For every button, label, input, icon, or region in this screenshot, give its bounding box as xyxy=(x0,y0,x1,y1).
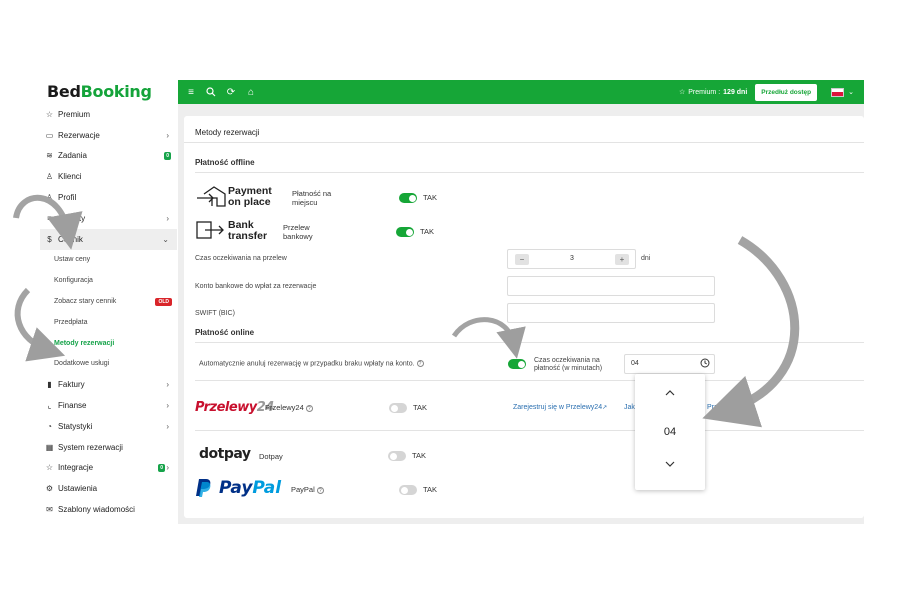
arrow-to-cennik xyxy=(13,194,83,250)
arrow-to-toggle xyxy=(451,317,526,359)
annotation-arrows xyxy=(13,194,800,428)
arrow-to-metody xyxy=(14,287,66,362)
arrow-to-dropdown xyxy=(702,236,800,428)
